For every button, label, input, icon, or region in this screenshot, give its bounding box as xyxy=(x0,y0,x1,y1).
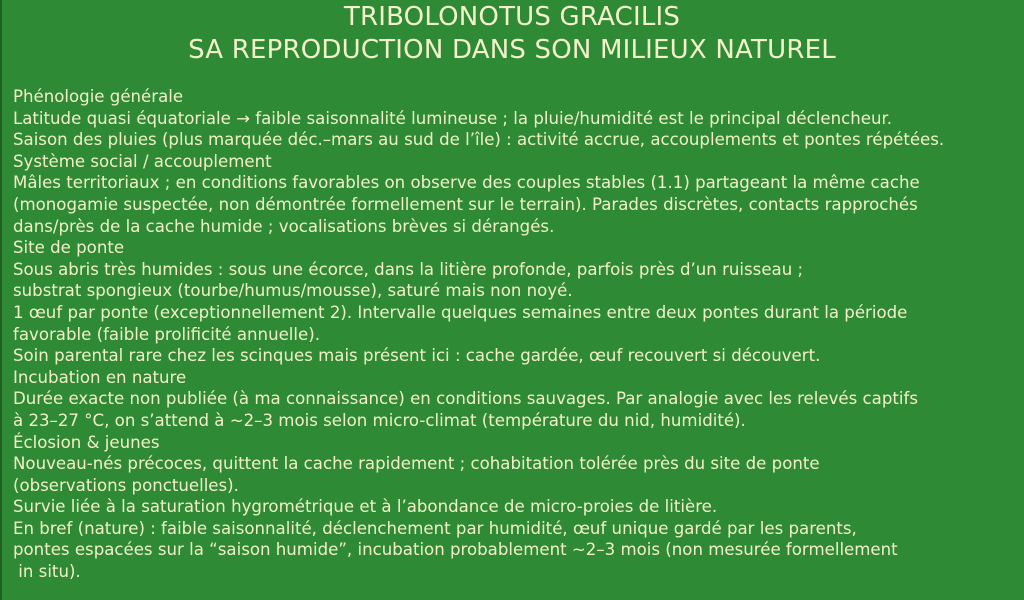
summary-line: En bref (nature) : faible saisonnalité, … xyxy=(13,518,857,538)
section-heading-systeme-social: Système social / accouplement xyxy=(13,151,272,171)
summary-line: in situ). xyxy=(13,562,81,582)
summary-line: pontes espacées sur la “saison humide”, … xyxy=(13,540,898,560)
text-line: à 23–27 °C, on s’attend à ~2–3 mois selo… xyxy=(13,410,746,430)
page-subtitle: SA REPRODUCTION DANS SON MILIEUX NATUREL xyxy=(188,35,836,65)
text-line: (observations ponctuelles). xyxy=(13,475,239,495)
text-line: Survie liée à la saturation hygrométriqu… xyxy=(13,497,718,517)
text-line: (monogamie suspectée, non démontrée form… xyxy=(13,194,918,214)
section-heading-site-de-ponte: Site de ponte xyxy=(13,238,125,258)
page-title: TRIBOLONOTUS GRACILIS xyxy=(343,2,681,32)
text-line: favorable (faible prolificité annuelle). xyxy=(13,324,320,344)
text-line: Latitude quasi équatoriale → faible sais… xyxy=(13,108,893,128)
text-line: 1 œuf par ponte (exceptionnellement 2). … xyxy=(13,302,908,322)
section-heading-phenologie: Phénologie générale xyxy=(13,87,184,106)
text-line: Sous abris très humides : sous une écorc… xyxy=(13,259,804,279)
text-line: Durée exacte non publiée (à ma connaissa… xyxy=(13,389,918,409)
document-body: Phénologie générale Latitude quasi équat… xyxy=(13,86,1024,583)
text-line: Mâles territoriaux ; en conditions favor… xyxy=(13,173,920,193)
section-heading-incubation: Incubation en nature xyxy=(13,367,187,387)
text-line: substrat spongieux (tourbe/humus/mousse)… xyxy=(13,281,573,301)
text-line: Saison des pluies (plus marquée déc.–mar… xyxy=(13,130,945,150)
section-heading-eclosion: Éclosion & jeunes xyxy=(13,432,160,452)
left-edge-border xyxy=(0,0,2,600)
text-line: dans/près de la cache humide ; vocalisat… xyxy=(13,216,555,236)
text-line: Soin parental rare chez les scinques mai… xyxy=(13,346,821,366)
text-line: Nouveau-nés précoces, quittent la cache … xyxy=(13,454,820,474)
